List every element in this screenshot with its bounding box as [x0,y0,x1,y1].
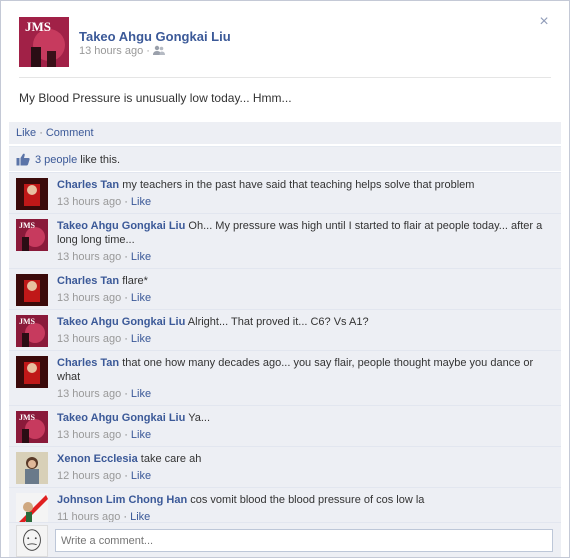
comment-like-link[interactable]: Like [131,292,151,304]
comment-text-line: Xenon Ecclesia take care ah [57,452,553,466]
post-actions: Like · Comment [9,122,561,144]
post-meta: 13 hours ago · [79,45,165,57]
comment-text: flare* [122,275,148,287]
story-card: × JMS Takeo Ahgu Gongkai Liu 13 hours ag… [0,0,570,558]
commenter-avatar[interactable] [16,356,48,388]
comment-timestamp[interactable]: 13 hours ago [57,333,121,345]
comment-text-line: Takeo Ahgu Gongkai Liu Alright... That p… [57,315,553,329]
commenter-avatar[interactable]: JMS [16,411,48,443]
comment-like-link[interactable]: Like [131,251,151,263]
comment-text-line: Takeo Ahgu Gongkai Liu Ya... [57,411,553,425]
comment-meta: 13 hours ago · Like [57,332,553,346]
comment-text-line: Charles Tan that one how many decades ag… [57,356,553,384]
like-link[interactable]: Like [16,127,36,139]
comment-text-line: Charles Tan my teachers in the past have… [57,178,553,192]
header-divider [19,77,551,78]
comment-author-link[interactable]: Takeo Ahgu Gongkai Liu [57,412,185,424]
comment-text: cos vomit blood the blood pressure of co… [190,494,425,506]
meta-separator: · [124,196,128,208]
meta-separator: · [124,470,128,482]
comment-text-line: Charles Tan flare* [57,274,553,288]
comment-author-link[interactable]: Takeo Ahgu Gongkai Liu [57,316,185,328]
post-message: My Blood Pressure is unusually low today… [19,91,292,105]
comment-link[interactable]: Comment [46,127,94,139]
comment-author-link[interactable]: Charles Tan [57,179,119,191]
svg-text:JMS: JMS [19,413,36,422]
meta-separator: · [146,45,150,57]
meta-separator: · [124,292,128,304]
comment-meta: 13 hours ago · Like [57,428,553,442]
meta-separator: · [124,251,128,263]
comment-timestamp[interactable]: 13 hours ago [57,388,121,400]
likes-count-link[interactable]: 3 people [35,154,77,166]
comment-item: Xenon Ecclesia take care ah 12 hours ago… [9,446,561,487]
meta-separator: · [124,388,128,400]
comment-meta: 13 hours ago · Like [57,291,553,305]
viewer-avatar [16,525,48,557]
commenter-avatar[interactable]: JMS [16,219,48,251]
meta-separator: · [124,429,128,441]
likes-summary: 3 people like this. [9,146,561,171]
post-timestamp[interactable]: 13 hours ago [79,45,143,57]
comment-text: take care ah [140,453,202,465]
author-avatar[interactable]: JMS [19,17,69,67]
svg-text:JMS: JMS [25,19,51,34]
comment-like-link[interactable]: Like [131,429,151,441]
likes-suffix: like this. [77,154,121,166]
comment-text: that one how many decades ago... you say… [57,357,534,383]
comment-author-link[interactable]: Charles Tan [57,275,119,287]
meta-separator: · [124,333,128,345]
comment-like-link[interactable]: Like [131,470,151,482]
commenter-avatar[interactable] [16,274,48,306]
comment-like-link[interactable]: Like [131,388,151,400]
svg-text:JMS: JMS [19,317,36,326]
write-comment-row [9,522,561,557]
comment-timestamp[interactable]: 13 hours ago [57,196,121,208]
close-icon[interactable]: × [537,14,551,30]
comment-item: Charles Tan my teachers in the past have… [9,172,561,213]
comment-text-line: Takeo Ahgu Gongkai Liu Oh... My pressure… [57,219,553,247]
comment-text: my teachers in the past have said that t… [122,179,475,191]
friends-icon[interactable] [152,45,165,56]
comment-text: Alright... That proved it... C6? Vs A1? [187,316,369,328]
comment-timestamp[interactable]: 13 hours ago [57,292,121,304]
comment-timestamp[interactable]: 12 hours ago [57,470,121,482]
comment-author-link[interactable]: Johnson Lim Chong Han [57,494,187,506]
comment-item: JMS Takeo Ahgu Gongkai Liu Oh... My pres… [9,213,561,268]
comment-author-link[interactable]: Charles Tan [57,357,119,369]
thumbs-up-icon [16,153,30,166]
svg-text:JMS: JMS [19,221,36,230]
comment-meta: 13 hours ago · Like [57,250,553,264]
comment-item: JMS Takeo Ahgu Gongkai Liu Ya... 13 hour… [9,405,561,446]
comment-timestamp[interactable]: 13 hours ago [57,429,121,441]
comment-meta: 13 hours ago · Like [57,387,553,401]
comment-item: Charles Tan flare* 13 hours ago · Like [9,268,561,309]
comment-list: Charles Tan my teachers in the past have… [9,172,561,528]
commenter-avatar[interactable] [16,178,48,210]
comment-text: Ya... [188,412,211,424]
post-author-link[interactable]: Takeo Ahgu Gongkai Liu [79,29,231,44]
comment-author-link[interactable]: Xenon Ecclesia [57,453,138,465]
comment-meta: 13 hours ago · Like [57,195,553,209]
commenter-avatar[interactable] [16,493,48,525]
comment-like-link[interactable]: Like [131,333,151,345]
commenter-avatar[interactable]: JMS [16,315,48,347]
comment-meta: 12 hours ago · Like [57,469,553,483]
comment-text-line: Johnson Lim Chong Han cos vomit blood th… [57,493,553,507]
comment-author-link[interactable]: Takeo Ahgu Gongkai Liu [57,220,185,232]
comment-input[interactable] [55,529,553,552]
comment-timestamp[interactable]: 13 hours ago [57,251,121,263]
comment-like-link[interactable]: Like [131,196,151,208]
comment-item: Charles Tan that one how many decades ag… [9,350,561,405]
actions-separator: · [39,127,43,139]
commenter-avatar[interactable] [16,452,48,484]
comment-item: JMS Takeo Ahgu Gongkai Liu Alright... Th… [9,309,561,350]
